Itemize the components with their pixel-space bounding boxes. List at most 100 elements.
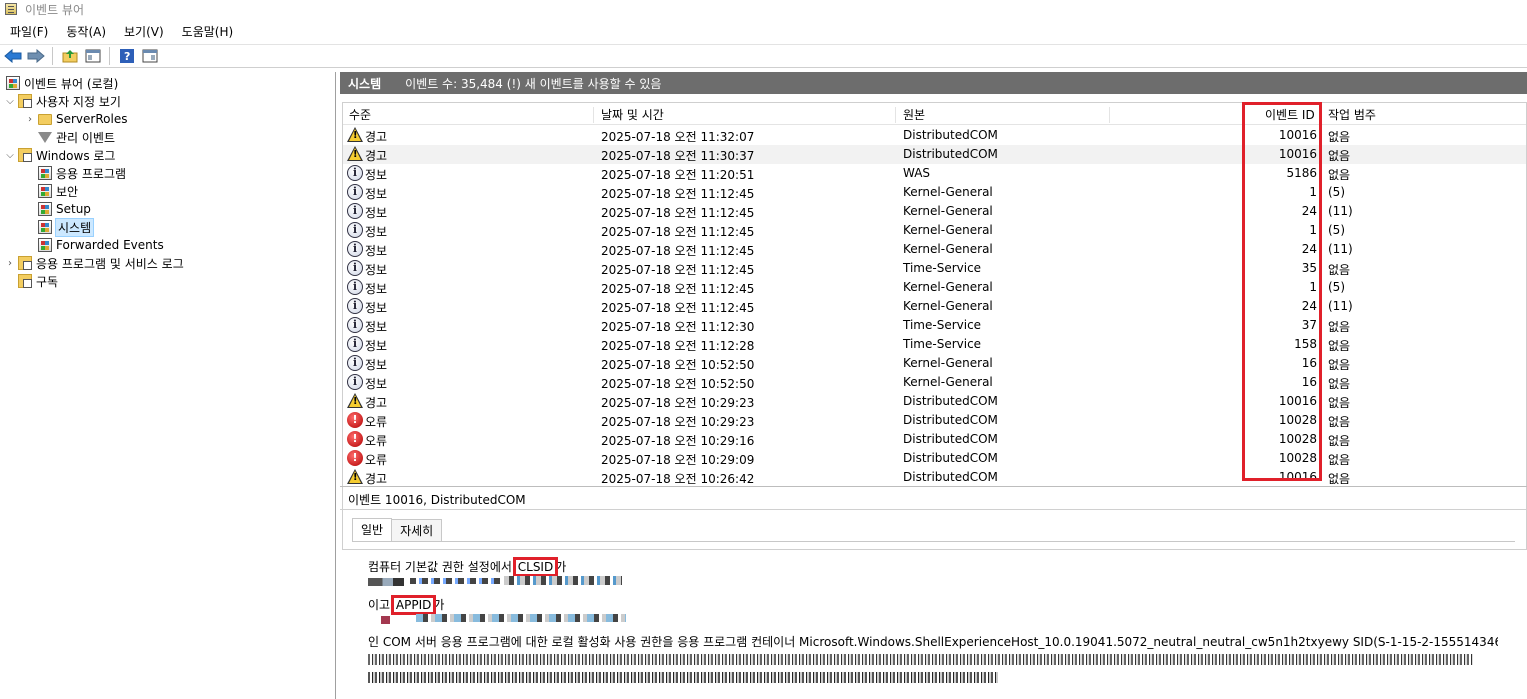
tree-subscriptions[interactable]: 구독 [16, 272, 58, 290]
table-row[interactable]: 경고2025-07-18 오전 10:26:42DistributedCOM10… [343, 468, 1526, 487]
table-row[interactable]: i 정보 2025-07-18 오전 10:52:50 Kernel-General 1… [343, 354, 1526, 373]
tree-security-log[interactable]: 보안 [36, 182, 78, 200]
cell-source: DistributedCOM [903, 413, 998, 427]
table-row[interactable]: ! 오류 2025-07-18 오전 10:29:23 DistributedCOM 1… [343, 411, 1526, 430]
details-tabs: 일반 자세히 [352, 518, 443, 541]
table-row[interactable]: ! 오류 2025-07-18 오전 10:29:09 DistributedCOM 1… [343, 449, 1526, 468]
cell-task-category: 없음 [1328, 168, 1351, 182]
menu-file[interactable]: 파일(F) [0, 23, 56, 40]
back-button[interactable] [3, 46, 23, 66]
cell-task-category: 없음 [1328, 263, 1351, 277]
info-icon: i [347, 355, 363, 371]
chevron-right-icon[interactable]: › [24, 114, 36, 125]
menu-view[interactable]: 보기(V) [114, 23, 172, 40]
show-hide-console-tree-button[interactable] [83, 46, 103, 66]
table-row[interactable]: 경고2025-07-18 오전 10:29:23DistributedCOM10… [343, 392, 1526, 411]
cell-task-category: (11) [1328, 204, 1353, 218]
chevron-down-icon[interactable]: ⌵ [4, 96, 16, 107]
tree-apps-services-logs[interactable]: › 응용 프로그램 및 서비스 로그 [4, 254, 184, 272]
table-row[interactable]: i 정보 2025-07-18 오전 11:12:45 Kernel-General 2… [343, 202, 1526, 221]
cell-level: 오류 [365, 453, 388, 467]
table-row[interactable]: i 정보 2025-07-18 오전 11:12:45 Kernel-General 1… [343, 183, 1526, 202]
warning-icon [347, 127, 363, 143]
table-row[interactable]: i 정보 2025-07-18 오전 11:12:45 Time-Service 35 없… [343, 259, 1526, 278]
cell-source: WAS [903, 166, 931, 180]
redacted-text [368, 672, 998, 683]
general-tab-panel: 컴퓨터 기본값 권한 설정에서 CLSID 가 이고 APPID 가 인 COM 서… [352, 541, 1515, 699]
info-icon: i [347, 298, 363, 314]
table-row[interactable]: i 정보 2025-07-18 오전 11:12:45 Kernel-General 2… [343, 297, 1526, 316]
cell-source: Kernel-General [903, 185, 993, 199]
cell-level: 정보 [365, 282, 388, 296]
cell-task-category: 없음 [1328, 472, 1351, 486]
menu-help[interactable]: 도움말(H) [172, 23, 242, 40]
cell-level: 정보 [365, 187, 388, 201]
cell-level: 정보 [365, 377, 388, 391]
tree-windows-logs[interactable]: ⌵ Windows 로그 [4, 146, 115, 164]
table-row[interactable]: 경고2025-07-18 오전 11:30:37DistributedCOM10… [343, 145, 1526, 164]
cell-datetime: 2025-07-18 오전 11:32:07 [601, 130, 755, 144]
cell-level: 경고 [365, 130, 388, 144]
table-row[interactable]: i 정보 2025-07-18 오전 11:12:45 Kernel-General 2… [343, 240, 1526, 259]
cell-level: 오류 [365, 415, 388, 429]
column-separator[interactable] [593, 107, 594, 123]
table-row[interactable]: i 정보 2025-07-18 오전 11:12:28 Time-Service 158… [343, 335, 1526, 354]
show-hide-action-pane-button[interactable] [140, 46, 160, 66]
cell-datetime: 2025-07-18 오전 10:29:23 [601, 415, 755, 429]
cell-level: 정보 [365, 225, 388, 239]
apps-services-folder-icon [18, 256, 32, 270]
tree-server-roles[interactable]: › ServerRoles [24, 110, 127, 128]
tab-details[interactable]: 자세히 [391, 519, 443, 541]
info-icon: i [347, 203, 363, 219]
cell-source: Time-Service [903, 337, 982, 351]
tree-application-log[interactable]: 응용 프로그램 [36, 164, 126, 182]
column-source[interactable]: 원본 [903, 106, 925, 123]
tree-setup-log[interactable]: Setup [36, 200, 91, 218]
column-separator[interactable] [1109, 107, 1110, 123]
tree-admin-events[interactable]: 관리 이벤트 [36, 128, 115, 146]
column-separator[interactable] [895, 107, 896, 123]
help-button[interactable]: ? [117, 46, 137, 66]
tree-root-event-viewer[interactable]: 이벤트 뷰어 (로컬) [4, 74, 118, 92]
table-row[interactable]: ! 오류 2025-07-18 오전 10:29:16 DistributedCOM 1… [343, 430, 1526, 449]
column-datetime[interactable]: 날짜 및 시간 [601, 106, 664, 123]
table-row[interactable]: i 정보 2025-07-18 오전 11:12:45 Kernel-General 1… [343, 221, 1526, 240]
cell-datetime: 2025-07-18 오전 10:52:50 [601, 358, 755, 372]
table-row[interactable]: i 정보 2025-07-18 오전 11:12:45 Kernel-General 1… [343, 278, 1526, 297]
forward-button[interactable] [26, 46, 46, 66]
table-row[interactable]: i 정보 2025-07-18 오전 11:12:30 Time-Service 37 없… [343, 316, 1526, 335]
menu-action[interactable]: 동작(A) [56, 23, 114, 40]
tree-system-log[interactable]: 시스템 [36, 217, 95, 237]
show-hide-console-tree-icon [85, 49, 101, 63]
show-hide-action-pane-icon [142, 49, 158, 63]
cell-datetime: 2025-07-18 오전 11:12:45 [601, 282, 755, 296]
cell-source: Kernel-General [903, 299, 993, 313]
cell-datetime: 2025-07-18 오전 11:12:30 [601, 320, 755, 334]
up-folder-button[interactable] [60, 46, 80, 66]
info-icon: i [347, 241, 363, 257]
column-task-category[interactable]: 작업 범주 [1328, 106, 1376, 123]
column-level[interactable]: 수준 [349, 106, 371, 123]
info-icon: i [347, 184, 363, 200]
event-message-text: 인 COM 서버 응용 프로그램에 대한 로컬 활성화 사용 권한을 응용 프로… [368, 635, 1498, 649]
chevron-down-icon[interactable]: ⌵ [4, 150, 16, 161]
log-icon [38, 238, 52, 252]
log-icon [38, 184, 52, 198]
tab-general[interactable]: 일반 [352, 518, 393, 541]
table-row[interactable]: i 정보 2025-07-18 오전 10:52:50 Kernel-General 1… [343, 373, 1526, 392]
cell-task-category: (11) [1328, 299, 1353, 313]
custom-views-folder-icon [18, 94, 32, 108]
cell-source: Kernel-General [903, 375, 993, 389]
cell-level: 경고 [365, 472, 388, 486]
table-row[interactable]: 경고2025-07-18 오전 11:32:07DistributedCOM10… [343, 126, 1526, 145]
chevron-right-icon[interactable]: › [4, 258, 16, 269]
window-title: 이벤트 뷰어 [25, 2, 85, 17]
up-folder-icon [62, 50, 78, 63]
tree-custom-views[interactable]: ⌵ 사용자 지정 보기 [4, 92, 121, 110]
cell-level: 경고 [365, 149, 388, 163]
cell-task-category: 없음 [1328, 377, 1351, 391]
tree-forwarded-events[interactable]: Forwarded Events [36, 236, 164, 254]
table-row[interactable]: i 정보 2025-07-18 오전 11:20:51 WAS 5186 없음 [343, 164, 1526, 183]
log-icon [38, 166, 52, 180]
filter-icon [38, 131, 52, 143]
